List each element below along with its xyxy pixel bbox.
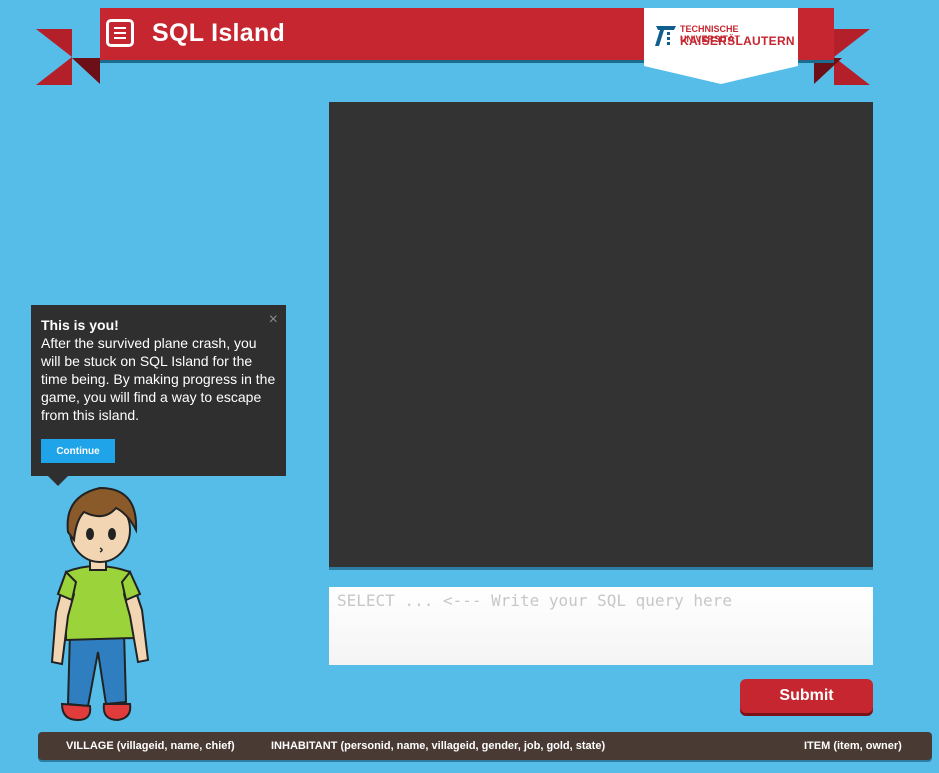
tooltip-body: After the survived plane crash, you will… [41,335,276,423]
header-banner: SQL Island TECHNISCHE UNIVERSITÄT KAISER… [100,8,834,66]
schema-village: VILLAGE (villageid, name, chief) [66,740,235,752]
schema-inhabitant: INHABITANT (personid, name, villageid, g… [271,740,606,752]
sql-query-input[interactable] [329,587,873,665]
tooltip-title: This is you! [41,317,119,333]
logo-line-2: KAISERSLAUTERN [680,34,795,48]
app-title: SQL Island [152,19,286,47]
game-screen [329,102,873,567]
menu-icon[interactable] [106,19,134,47]
continue-button[interactable]: Continue [41,439,115,463]
banner-ribbon-left [36,29,72,85]
university-logo-icon [655,26,676,46]
intro-tooltip: × This is you! After the survived plane … [31,305,286,476]
player-character [50,486,150,722]
logo-badge-point [644,66,798,84]
banner-ribbon-left-fold [72,58,100,84]
university-logo[interactable]: TECHNISCHE UNIVERSITÄT KAISERSLAUTERN [644,8,798,66]
close-icon[interactable]: × [269,311,278,329]
schema-bar: VILLAGE (villageid, name, chief) INHABIT… [38,732,932,760]
schema-item: ITEM (item, owner) [804,740,902,752]
submit-button[interactable]: Submit [740,679,873,713]
banner-ribbon-right-fold [814,58,842,84]
